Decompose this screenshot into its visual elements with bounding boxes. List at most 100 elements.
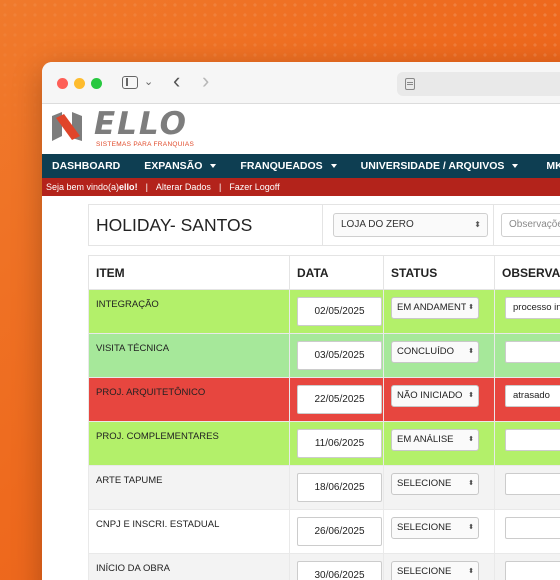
select-arrows-icon: ⬍ xyxy=(466,562,474,580)
table-row: INÍCIO DA OBRA 30/06/2025 SELECIONE ⬍ xyxy=(88,553,560,580)
date-input[interactable]: 11/06/2025 xyxy=(297,429,382,458)
table-row: INTEGRAÇÃO 02/05/2025 EM ANDAMENTO ⬍ process… xyxy=(88,289,560,334)
zoom-window-button[interactable] xyxy=(91,78,102,89)
close-window-button[interactable] xyxy=(57,78,68,89)
status-cell: EM ANÁLISE ⬍ xyxy=(383,421,495,466)
alterar-dados-link[interactable]: Alterar Dados xyxy=(156,182,211,192)
nav-item-mkt[interactable]: MKT / CO xyxy=(528,160,560,172)
minimize-window-button[interactable] xyxy=(74,78,85,89)
item-cell: VISITA TÉCNICA xyxy=(88,333,290,378)
nav-item-expansao[interactable]: EXPANSÃO xyxy=(130,160,226,172)
separator: | xyxy=(218,182,222,192)
status-select[interactable]: SELECIONE ⬍ xyxy=(391,473,479,495)
status-cell: SELECIONE ⬍ xyxy=(383,509,495,554)
item-label: INTEGRAÇÃO xyxy=(96,299,159,310)
browser-window: ⌄ ‹ › ELLO SISTEMAS PARA FRANQUIAS DASHB… xyxy=(42,62,560,580)
obs-cell xyxy=(494,509,560,554)
obs-cell xyxy=(494,421,560,466)
main-nav: DASHBOARD EXPANSÃO FRANQUEADOS UNIVERSID… xyxy=(42,154,560,178)
item-label: INÍCIO DA OBRA xyxy=(96,563,170,574)
obs-cell xyxy=(494,553,560,580)
browser-toolbar: ⌄ ‹ › xyxy=(42,62,560,104)
logoff-link[interactable]: Fazer Logoff xyxy=(229,182,279,192)
forward-arrow-icon[interactable]: › xyxy=(202,70,209,92)
observacao-input[interactable]: atrasado xyxy=(505,385,560,407)
observacao-input[interactable] xyxy=(505,561,560,580)
date-cell: 18/06/2025 xyxy=(289,465,384,510)
logo-subtitle: SISTEMAS PARA FRANQUIAS xyxy=(96,141,195,148)
item-label: VISITA TÉCNICA xyxy=(96,343,170,354)
ello-logo-icon[interactable] xyxy=(50,110,84,144)
status-cell: SELECIONE ⬍ xyxy=(383,465,495,510)
status-select[interactable]: NÃO INICIADO ⬍ xyxy=(391,385,479,407)
select-arrows-icon: ⬍ xyxy=(466,386,474,406)
date-input[interactable]: 03/05/2025 xyxy=(297,341,382,370)
item-label: CNPJ E INSCRI. ESTADUAL xyxy=(96,519,220,530)
status-value: SELECIONE xyxy=(397,566,452,577)
date-input[interactable]: 22/05/2025 xyxy=(297,385,382,414)
caret-down-icon xyxy=(330,164,337,168)
project-header: HOLIDAY- SANTOS LOJA DO ZERO ⬍ Observaçõ… xyxy=(88,204,560,246)
status-cell: NÃO INICIADO ⬍ xyxy=(383,377,495,422)
nav-item-universidade[interactable]: UNIVERSIDADE / ARQUIVOS xyxy=(347,160,529,172)
status-select[interactable]: SELECIONE ⬍ xyxy=(391,561,479,580)
status-value: EM ANÁLISE xyxy=(397,434,454,445)
date-cell: 11/06/2025 xyxy=(289,421,384,466)
table-row: CNPJ E INSCRI. ESTADUAL 26/06/2025 SELECIO… xyxy=(88,509,560,554)
status-select[interactable]: CONCLUÍDO ⬍ xyxy=(391,341,479,363)
date-input[interactable]: 26/06/2025 xyxy=(297,517,382,546)
item-cell: INÍCIO DA OBRA xyxy=(88,553,290,580)
page-icon xyxy=(405,78,415,90)
item-cell: PROJ. ARQUITETÔNICO xyxy=(88,377,290,422)
item-cell: CNPJ E INSCRI. ESTADUAL xyxy=(88,509,290,554)
address-bar[interactable] xyxy=(397,72,560,96)
status-select[interactable]: SELECIONE ⬍ xyxy=(391,517,479,539)
observacao-input[interactable] xyxy=(505,517,560,539)
obs-cell: atrasado xyxy=(494,377,560,422)
observacao-input[interactable] xyxy=(505,473,560,495)
status-value: SELECIONE xyxy=(397,522,452,533)
divider xyxy=(493,205,494,245)
item-cell: PROJ. COMPLEMENTARES xyxy=(88,421,290,466)
sidebar-toggle-icon[interactable] xyxy=(122,76,138,89)
date-cell: 03/05/2025 xyxy=(289,333,384,378)
status-select[interactable]: EM ANDAMENTO ⬍ xyxy=(391,297,479,319)
loja-select-value: LOJA DO ZERO xyxy=(341,219,414,230)
nav-item-dashboard[interactable]: DASHBOARD xyxy=(42,160,130,172)
observacao-input[interactable] xyxy=(505,429,560,451)
table-header-row: ITEM DATA STATUS OBSERVAÇ xyxy=(88,255,560,290)
date-cell: 26/06/2025 xyxy=(289,509,384,554)
username: ello xyxy=(119,182,135,192)
date-input[interactable]: 30/06/2025 xyxy=(297,561,382,580)
observacao-input[interactable]: processo in xyxy=(505,297,560,319)
select-arrows-icon: ⬍ xyxy=(466,474,474,494)
checklist-table: ITEM DATA STATUS OBSERVAÇ INTEGRAÇÃO 02/0… xyxy=(88,255,560,580)
status-value: EM ANDAMENTO xyxy=(397,302,474,313)
date-input[interactable]: 02/05/2025 xyxy=(297,297,382,326)
obs-cell: processo in xyxy=(494,289,560,334)
table-row: VISITA TÉCNICA 03/05/2025 CONCLUÍDO ⬍ xyxy=(88,333,560,378)
item-cell: INTEGRAÇÃO xyxy=(88,289,290,334)
select-arrows-icon: ⬍ xyxy=(466,430,474,450)
item-label: ARTE TAPUME xyxy=(96,475,163,486)
welcome-text: Seja bem vindo(a) xyxy=(46,182,120,192)
observacoes-input[interactable]: Observações xyxy=(501,213,560,237)
table-row: PROJ. ARQUITETÔNICO 22/05/2025 NÃO INICIAD… xyxy=(88,377,560,422)
observacao-input[interactable] xyxy=(505,341,560,363)
back-arrow-icon[interactable]: ‹ xyxy=(173,70,180,92)
logo-wordmark[interactable]: ELLO xyxy=(94,106,188,142)
caret-down-icon xyxy=(512,164,519,168)
status-value: SELECIONE xyxy=(397,478,452,489)
column-header-item: ITEM xyxy=(88,255,290,290)
obs-cell xyxy=(494,333,560,378)
column-header-status: STATUS xyxy=(383,255,495,290)
date-input[interactable]: 18/06/2025 xyxy=(297,473,382,502)
status-select[interactable]: EM ANÁLISE ⬍ xyxy=(391,429,479,451)
item-label: PROJ. ARQUITETÔNICO xyxy=(96,387,206,398)
item-cell: ARTE TAPUME xyxy=(88,465,290,510)
nav-item-franqueados[interactable]: FRANQUEADOS xyxy=(226,160,346,172)
site-header: ELLO SISTEMAS PARA FRANQUIAS xyxy=(42,104,560,154)
chevron-down-icon[interactable]: ⌄ xyxy=(144,75,153,88)
loja-select[interactable]: LOJA DO ZERO ⬍ xyxy=(333,213,488,237)
select-arrows-icon: ⬍ xyxy=(466,298,474,318)
